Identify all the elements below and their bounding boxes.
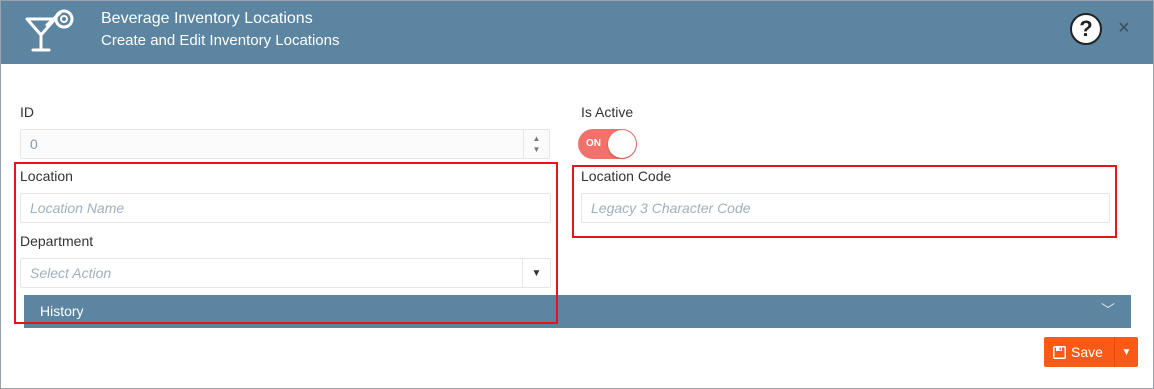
location-placeholder: Location Name [30,200,125,216]
dialog-header: Beverage Inventory Locations Create and … [1,1,1153,64]
save-button[interactable]: Save [1044,337,1114,367]
department-placeholder: Select Action [30,265,112,281]
chevron-down-icon[interactable]: ﹀ [1101,300,1115,320]
dialog-subtitle: Create and Edit Inventory Locations [101,32,340,49]
cocktail-glass-icon [25,9,74,52]
stepper-down-icon[interactable]: ▼ [533,144,541,155]
department-select[interactable]: Select Action ▼ [20,258,551,288]
location-label: Location [20,168,73,184]
location-code-label: Location Code [581,168,672,184]
help-icon[interactable]: ? [1070,13,1102,45]
dialog-title: Beverage Inventory Locations [101,10,313,27]
save-button-group: Save ▼ [1044,337,1138,367]
id-value: 0 [30,136,38,152]
inventory-location-dialog: Beverage Inventory Locations Create and … [0,0,1154,389]
location-name-input[interactable]: Location Name [20,193,551,223]
is-active-label: Is Active [581,104,634,120]
toggle-state-text: ON [586,138,601,149]
toggle-knob [608,130,636,158]
save-label: Save [1071,344,1103,360]
stepper-up-icon[interactable]: ▲ [533,133,541,144]
id-stepper[interactable]: ▲ ▼ [523,130,549,158]
location-code-placeholder: Legacy 3 Character Code [591,200,751,216]
id-label: ID [20,104,34,120]
location-code-input[interactable]: Legacy 3 Character Code [581,193,1110,223]
history-panel-header[interactable]: History ﹀ [24,295,1131,328]
is-active-toggle[interactable]: ON [578,129,637,159]
chevron-down-icon[interactable]: ▼ [522,259,550,287]
floppy-disk-icon [1053,345,1066,359]
save-options-dropdown[interactable]: ▼ [1114,337,1138,367]
history-label: History [40,303,84,319]
close-icon[interactable]: × [1118,17,1130,39]
department-label: Department [20,233,94,249]
id-field[interactable]: 0 ▲ ▼ [20,129,550,159]
